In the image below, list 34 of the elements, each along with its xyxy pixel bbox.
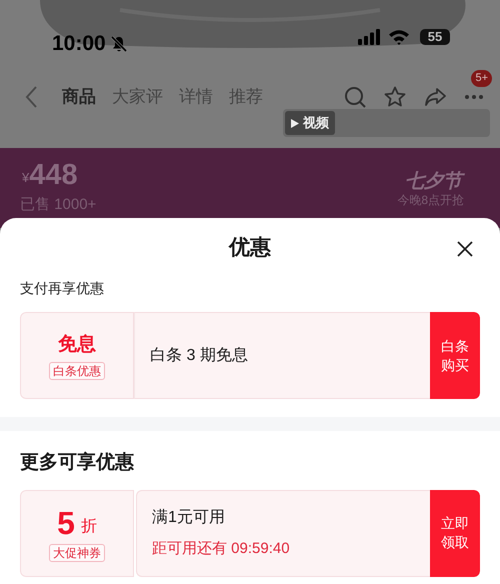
- share-icon[interactable]: [424, 86, 446, 107]
- coupon-tag: 白条优惠: [49, 362, 105, 380]
- status-time: 10:00: [52, 31, 106, 57]
- countdown-text: 距可用还有 09:59:40: [152, 538, 291, 559]
- price-amount: 448: [29, 158, 78, 192]
- signal-icon: [358, 29, 382, 45]
- claim-button[interactable]: 立即领取: [430, 490, 480, 576]
- search-icon[interactable]: [344, 86, 366, 108]
- coupon-description: 白条 3 期免息: [150, 346, 249, 366]
- coupon-value: 5: [57, 504, 75, 540]
- claim-button[interactable]: 白条购买: [430, 312, 480, 399]
- section-heading: 更多可享优惠: [19, 450, 135, 475]
- more-icon[interactable]: [464, 94, 484, 100]
- nav-tab[interactable]: 商品: [62, 84, 96, 110]
- back-icon[interactable]: [24, 84, 38, 109]
- wifi-icon: [388, 29, 410, 45]
- battery-indicator: 55: [420, 29, 450, 45]
- sold-count: 已售 1000+: [20, 195, 96, 215]
- section-heading: 支付再享优惠: [19, 279, 105, 298]
- video-tab[interactable]: 视频: [285, 111, 335, 135]
- coupon-description: 满1元可用: [152, 508, 226, 528]
- muted-bell-icon: [110, 34, 128, 53]
- nav-tab[interactable]: 推荐: [229, 84, 263, 110]
- nav-tab[interactable]: 大家评: [112, 84, 163, 110]
- promo-subtitle: 今晚8点开抢: [397, 192, 464, 209]
- coupon-unit: 折: [80, 516, 97, 536]
- coupon-value: 免息: [58, 333, 96, 357]
- play-icon: [291, 118, 299, 128]
- close-icon[interactable]: [457, 241, 473, 257]
- coupon-tag: 大促神券: [49, 544, 105, 562]
- sheet-title: 优惠: [229, 235, 271, 262]
- currency-symbol: ¥: [22, 168, 30, 186]
- star-icon[interactable]: [384, 86, 406, 108]
- nav-tab[interactable]: 详情: [179, 84, 213, 110]
